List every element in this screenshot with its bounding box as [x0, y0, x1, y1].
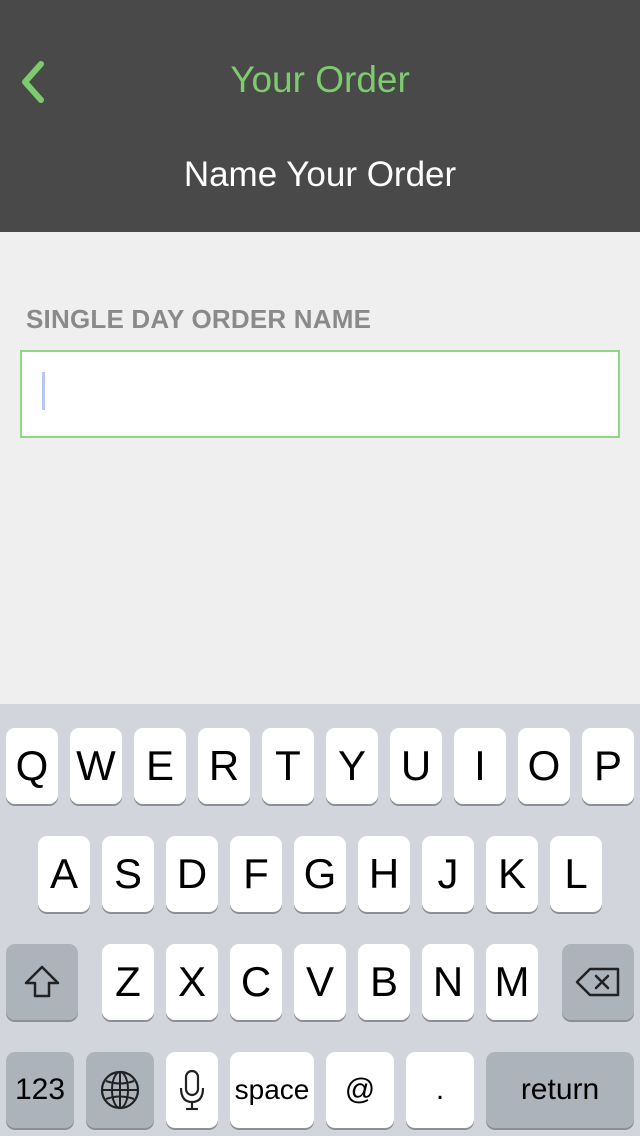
key-g[interactable]: G — [294, 836, 346, 912]
on-screen-keyboard: Q W E R T Y U I O P A S D F G H J K L Z … — [0, 704, 640, 1136]
key-i[interactable]: I — [454, 728, 506, 804]
key-k[interactable]: K — [486, 836, 538, 912]
key-t[interactable]: T — [262, 728, 314, 804]
key-b[interactable]: B — [358, 944, 410, 1020]
key-p[interactable]: P — [582, 728, 634, 804]
backspace-icon — [575, 967, 620, 997]
nav-title: Your Order — [230, 59, 410, 100]
page-title: Name Your Order — [183, 155, 457, 194]
key-z[interactable]: Z — [102, 944, 154, 1020]
order-name-label: SINGLE DAY ORDER NAME — [26, 304, 372, 334]
return-key[interactable]: return — [486, 1052, 634, 1128]
shift-icon — [24, 965, 60, 998]
globe-icon — [100, 1070, 140, 1110]
key-s[interactable]: S — [102, 836, 154, 912]
navigation-header: Your Order Name Your Order — [0, 0, 640, 232]
key-o[interactable]: O — [518, 728, 570, 804]
at-key[interactable]: @ — [326, 1052, 394, 1128]
key-u[interactable]: U — [390, 728, 442, 804]
key-l[interactable]: L — [550, 836, 602, 912]
form-area: SINGLE DAY ORDER NAME — [0, 232, 640, 704]
key-j[interactable]: J — [422, 836, 474, 912]
key-h[interactable]: H — [358, 836, 410, 912]
key-m[interactable]: M — [486, 944, 538, 1020]
key-c[interactable]: C — [230, 944, 282, 1020]
key-a[interactable]: A — [38, 836, 90, 912]
key-x[interactable]: X — [166, 944, 218, 1020]
key-f[interactable]: F — [230, 836, 282, 912]
delete-key[interactable] — [562, 944, 634, 1020]
period-key[interactable]: . — [406, 1052, 474, 1128]
text-cursor — [42, 372, 45, 410]
key-n[interactable]: N — [422, 944, 474, 1020]
key-v[interactable]: V — [294, 944, 346, 1020]
order-name-input[interactable] — [20, 350, 620, 438]
key-q[interactable]: Q — [6, 728, 58, 804]
key-e[interactable]: E — [134, 728, 186, 804]
numbers-key[interactable]: 123 — [6, 1052, 74, 1128]
key-w[interactable]: W — [70, 728, 122, 804]
key-y[interactable]: Y — [326, 728, 378, 804]
key-d[interactable]: D — [166, 836, 218, 912]
microphone-key[interactable] — [166, 1052, 218, 1128]
microphone-icon — [179, 1069, 205, 1111]
globe-key[interactable] — [86, 1052, 154, 1128]
space-key[interactable]: space — [230, 1052, 314, 1128]
shift-key[interactable] — [6, 944, 78, 1020]
key-r[interactable]: R — [198, 728, 250, 804]
